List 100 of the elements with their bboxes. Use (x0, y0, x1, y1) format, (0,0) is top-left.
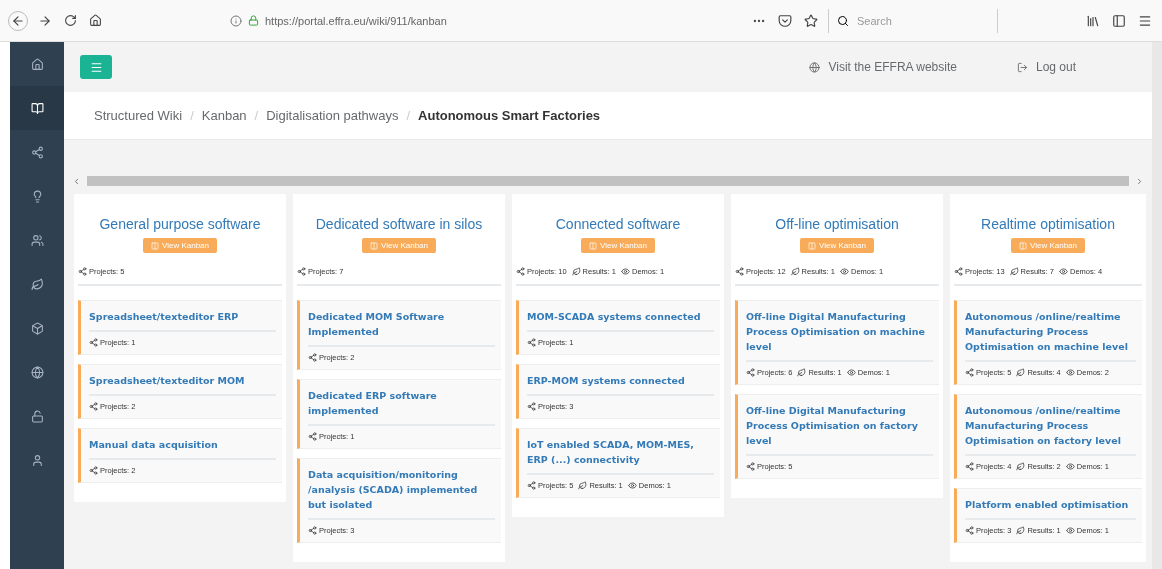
leaf-icon (1009, 267, 1019, 276)
share-icon (735, 267, 744, 276)
share-icon (527, 338, 536, 347)
card-title[interactable]: Manual data acquisition (89, 437, 276, 460)
header-link[interactable]: Visit the EFFRA website (809, 60, 957, 74)
leaf-icon (1016, 462, 1026, 471)
card-title[interactable]: MOM-SCADA systems connected (527, 309, 714, 332)
card-title[interactable]: Off-line Digital Manufacturing Process Optimisation on machine level (746, 309, 933, 362)
eye-icon (1065, 462, 1075, 471)
eye-icon (1058, 267, 1068, 276)
leaf-icon (571, 267, 581, 276)
leaf-icon (1016, 368, 1026, 377)
home-icon (89, 14, 102, 27)
eye-icon (1065, 526, 1075, 535)
logout-icon (1016, 61, 1028, 73)
eye-icon (620, 267, 630, 276)
leaf-icon (1016, 526, 1026, 535)
library-icon (1086, 13, 1100, 28)
menu-icon (89, 60, 103, 74)
sidebar-icon (1112, 13, 1126, 28)
card-title[interactable]: IoT enabled SCADA, MOM-MES, ERP (...) connectivity (527, 437, 714, 475)
share-icon (746, 368, 755, 377)
share-icon (516, 267, 525, 276)
breadcrumb-separator: / (406, 108, 411, 123)
address-bar[interactable]: https://portal.effra.eu/wiki/911/kanban (222, 8, 742, 33)
breadcrumb-separator: / (190, 108, 194, 123)
card-title[interactable]: Spreadsheet/texteditor MOM (89, 373, 276, 396)
columns-icon (808, 241, 816, 250)
scroll-left-icon (72, 176, 81, 186)
share-icon (89, 338, 98, 347)
breadcrumb-link[interactable]: Digitalisation pathways (266, 108, 399, 123)
user-icon (30, 453, 44, 467)
forward-icon (38, 13, 52, 28)
users-icon (30, 233, 44, 247)
sidebar-item[interactable] (10, 86, 64, 130)
card-title[interactable]: ERP-MOM systems connected (527, 373, 714, 396)
card-title[interactable]: Autonomous /online/realtime Manufacturing Process Optimisation on factory level (965, 403, 1136, 456)
share-icon (965, 462, 974, 471)
columns-icon (151, 241, 159, 250)
share-icon (30, 145, 44, 159)
star-icon (804, 13, 818, 28)
info-icon (230, 14, 242, 27)
scrollbar-thumb[interactable] (87, 176, 1129, 186)
columns-icon (589, 241, 597, 250)
share-icon (965, 368, 974, 377)
card-title[interactable]: Dedicated MOM Software Implemented (308, 309, 495, 347)
leaf-icon (797, 368, 807, 377)
reload-button[interactable] (62, 12, 79, 29)
pocket-icon (778, 13, 792, 28)
share-icon (954, 267, 963, 276)
column-title: Realtime optimisation (980, 216, 1116, 232)
share-icon (746, 462, 755, 471)
card-title[interactable]: Autonomous /online/realtime Manufacturing Process Optimisation on machine level (965, 309, 1136, 362)
reload-icon (64, 14, 77, 27)
search-field[interactable]: Search (855, 13, 985, 28)
card-title[interactable]: Data acquisition/monitoring /analysis (SCADA) implemented but isolated (308, 467, 495, 520)
scroll-right-icon (1135, 176, 1144, 186)
globe-icon (30, 365, 44, 379)
cube-icon (30, 321, 44, 335)
back-icon (11, 13, 25, 28)
eye-icon (627, 481, 637, 490)
book-icon (30, 101, 44, 115)
search-icon (837, 14, 849, 27)
breadcrumb-link[interactable]: Kanban (201, 108, 247, 123)
header-link[interactable]: Log out (1016, 60, 1076, 74)
share-icon (527, 402, 536, 411)
lock-icon (248, 15, 259, 26)
column-title: General purpose software (98, 216, 262, 232)
menu-button[interactable] (80, 55, 112, 79)
card-title[interactable]: Platform enabled optimisation (965, 497, 1136, 520)
menu-icon (1138, 13, 1152, 28)
share-icon (308, 353, 317, 362)
card-title[interactable]: Spreadsheet/texteditor ERP (89, 309, 276, 332)
share-icon (308, 432, 317, 441)
globe-icon (809, 61, 821, 73)
home-button[interactable] (87, 12, 104, 29)
column-title: Connected software (554, 216, 682, 232)
columns-icon (1019, 241, 1027, 250)
eye-icon (839, 267, 849, 276)
share-icon (308, 526, 317, 535)
url-text: https://portal.effra.eu/wiki/911/kanban (265, 14, 448, 27)
breadcrumb-link[interactable]: Structured Wiki (94, 108, 183, 123)
columns-icon (370, 241, 378, 250)
share-icon (965, 526, 974, 535)
leaf-icon (790, 267, 800, 276)
unlock-icon (30, 409, 44, 423)
column-title: Dedicated software in silos (314, 216, 484, 232)
share-icon (89, 466, 98, 475)
eye-icon (1065, 368, 1075, 377)
leaf-icon (578, 481, 588, 490)
home-icon (30, 57, 44, 71)
card-title[interactable]: Off-line Digital Manufacturing Process Optimisation on factory level (746, 403, 933, 456)
breadcrumb-link[interactable]: Autonomous Smart Factories (418, 108, 601, 123)
share-icon (527, 481, 536, 490)
share-icon (297, 267, 306, 276)
share-icon (89, 402, 98, 411)
card-title[interactable]: Dedicated ERP software implemented (308, 388, 495, 426)
share-icon (78, 267, 87, 276)
eye-icon (846, 368, 856, 377)
column-title: Off-line optimisation (774, 216, 900, 232)
